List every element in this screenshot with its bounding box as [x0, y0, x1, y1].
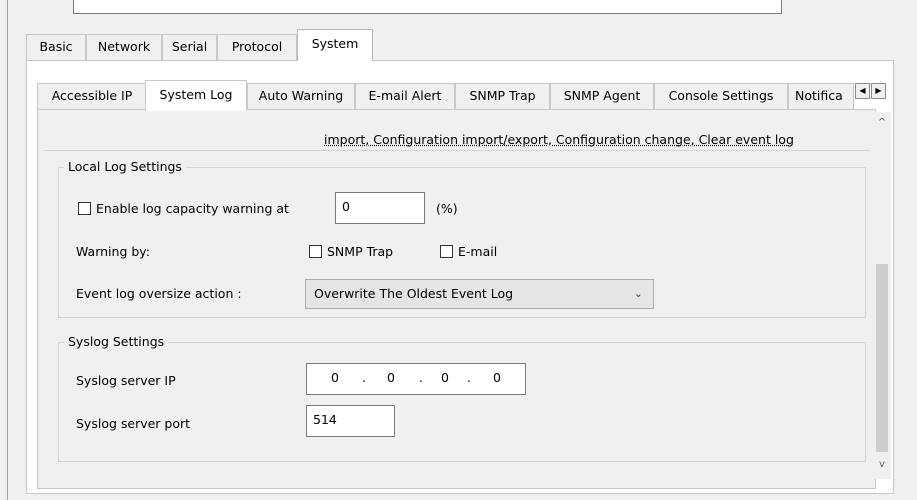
tab-snmp-trap[interactable]: SNMP Trap [455, 83, 550, 109]
capacity-unit-label: (%) [436, 201, 458, 216]
scrollbar-thumb[interactable] [876, 264, 888, 452]
syslog-server-ip-input[interactable]: 0 . 0 . 0 . 0 [306, 363, 526, 395]
local-log-settings-title: Local Log Settings [64, 159, 186, 175]
ip-dot: . [467, 370, 471, 385]
oversize-action-select[interactable]: Overwrite The Oldest Event Log ⌄ [305, 279, 654, 309]
tab-email-alert[interactable]: E-mail Alert [355, 83, 455, 109]
syslog-server-port-input[interactable]: 514 [306, 405, 395, 437]
tab-scroll-left-button[interactable]: ◀ [855, 83, 870, 99]
oversize-action-value: Overwrite The Oldest Event Log [314, 286, 514, 301]
enable-capacity-label: Enable log capacity warning at [96, 201, 289, 216]
top-text-field[interactable] [73, 0, 782, 14]
enable-capacity-checkbox[interactable] [78, 202, 91, 215]
tab-protocol[interactable]: Protocol [217, 34, 297, 60]
syslog-server-ip-label: Syslog server IP [76, 373, 176, 388]
email-label: E-mail [458, 244, 498, 259]
tab-auto-warning[interactable]: Auto Warning [247, 83, 355, 109]
tab-accessible-ip[interactable]: Accessible IP [37, 83, 147, 109]
warning-by-label: Warning by: [76, 244, 150, 259]
chevron-down-icon: ⌄ [633, 287, 643, 300]
window-left-border [7, 0, 8, 500]
ip-octet-4: 0 [493, 370, 501, 385]
event-types-text: import, Configuration import/export, Con… [324, 132, 794, 147]
arrow-right-icon: ▶ [875, 86, 882, 95]
tab-system-log[interactable]: System Log [145, 80, 247, 111]
tab-basic[interactable]: Basic [26, 34, 86, 60]
tab-notification[interactable]: Notifica [788, 83, 854, 109]
divider [44, 150, 870, 151]
tab-snmp-agent[interactable]: SNMP Agent [550, 83, 654, 109]
tab-scroll-right-button[interactable]: ▶ [871, 83, 886, 99]
chevron-up-icon: ^ [877, 117, 887, 128]
tab-system[interactable]: System [297, 29, 373, 61]
syslog-server-port-label: Syslog server port [76, 416, 191, 431]
syslog-settings-title: Syslog Settings [64, 334, 169, 350]
ip-octet-3: 0 [441, 370, 449, 385]
chevron-down-icon: v [879, 459, 885, 470]
email-checkbox[interactable] [440, 245, 453, 258]
capacity-input[interactable]: 0 [335, 192, 425, 224]
oversize-action-label: Event log oversize action : [76, 286, 242, 301]
arrow-left-icon: ◀ [859, 86, 866, 95]
snmp-trap-label: SNMP Trap [327, 244, 394, 259]
tab-serial[interactable]: Serial [162, 34, 217, 60]
scroll-up-button[interactable]: ^ [873, 114, 891, 132]
ip-dot: . [362, 370, 366, 385]
snmp-trap-checkbox[interactable] [309, 245, 322, 258]
scroll-down-button[interactable]: v [873, 456, 891, 474]
ip-dot: . [419, 370, 423, 385]
tab-console-settings[interactable]: Console Settings [654, 83, 788, 109]
syslog-settings-group [58, 342, 866, 462]
ip-octet-2: 0 [387, 370, 395, 385]
ip-octet-1: 0 [331, 370, 339, 385]
tab-network[interactable]: Network [86, 34, 162, 60]
